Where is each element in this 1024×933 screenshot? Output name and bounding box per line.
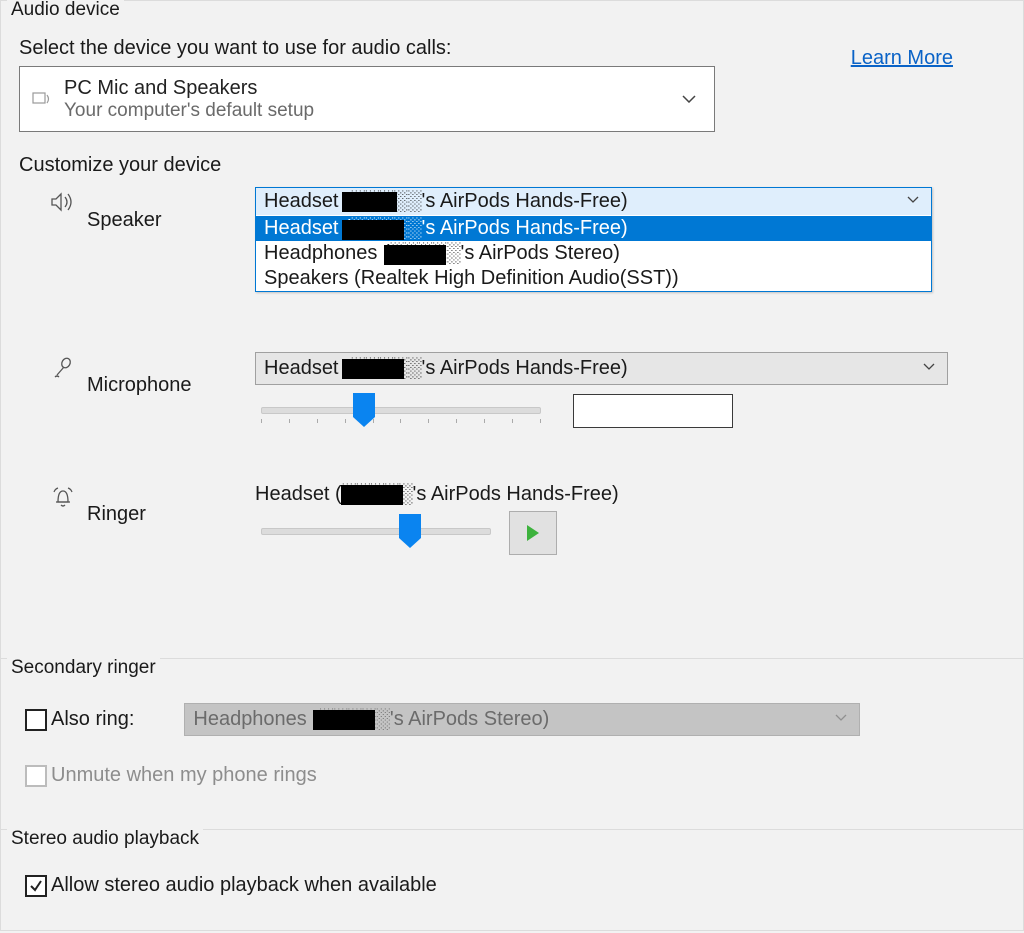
stereo-title: Stereo audio playback	[7, 828, 203, 850]
microphone-dropdown[interactable]: Headset (░░░░░'s AirPods Hands-Free)	[255, 352, 948, 385]
chevron-down-icon	[682, 95, 696, 103]
secondary-ringer-dropdown: Headphones (░░░░░'s AirPods Stereo)	[184, 703, 860, 736]
device-sub-text: Your computer's default setup	[64, 100, 314, 123]
customize-label: Customize your device	[19, 154, 1005, 177]
allow-stereo-checkbox[interactable]	[25, 875, 47, 897]
device-selector[interactable]: PC Mic and Speakers Your computer's defa…	[19, 66, 715, 132]
speaker-label: Speaker	[87, 187, 255, 232]
chevron-down-icon	[835, 714, 847, 721]
ringer-label: Ringer	[87, 481, 255, 526]
ringer-icon	[39, 481, 87, 509]
audio-device-title: Audio device	[7, 0, 124, 21]
secondary-ringer-group: Secondary ringer Also ring: Headphones (…	[0, 659, 1024, 830]
also-ring-checkbox[interactable]	[25, 709, 47, 731]
speaker-option-2[interactable]: Speakers (Realtek High Definition Audio(…	[256, 266, 931, 291]
speaker-icon	[39, 187, 87, 213]
secondary-title: Secondary ringer	[7, 657, 160, 679]
speaker-option-0[interactable]: Headset (░░░░░'s AirPods Hands-Free)	[256, 216, 931, 241]
allow-stereo-label: Allow stereo audio playback when availab…	[51, 874, 437, 897]
ringer-slider[interactable]	[261, 520, 491, 548]
speaker-dropdown-selected[interactable]: Headset (░░░░░'s AirPods Hands-Free)	[256, 188, 931, 216]
unmute-checkbox	[25, 765, 47, 787]
slider-thumb[interactable]	[399, 514, 421, 538]
pc-speaker-icon	[26, 90, 58, 108]
slider-thumb[interactable]	[353, 393, 375, 417]
ringer-play-button[interactable]	[509, 511, 557, 555]
play-icon	[527, 525, 539, 541]
ringer-device-text: Headset (░░░░░'s AirPods Hands-Free)	[255, 481, 1005, 508]
chevron-down-icon	[907, 196, 919, 203]
stereo-group: Stereo audio playback Allow stereo audio…	[0, 830, 1024, 931]
chevron-down-icon	[923, 363, 935, 370]
microphone-slider[interactable]	[261, 399, 541, 427]
device-name-text: PC Mic and Speakers	[64, 76, 314, 100]
audio-device-group: Audio device Select the device you want …	[0, 0, 1024, 659]
speaker-option-1[interactable]: Headphones (░░░░░'s AirPods Stereo)	[256, 241, 931, 266]
microphone-label: Microphone	[87, 352, 255, 397]
microphone-icon	[39, 352, 87, 380]
also-ring-label: Also ring:	[51, 708, 134, 731]
unmute-label: Unmute when my phone rings	[51, 764, 317, 787]
learn-more-link[interactable]: Learn More	[851, 47, 953, 70]
speaker-dropdown-open[interactable]: Headset (░░░░░'s AirPods Hands-Free) Hea…	[255, 187, 932, 292]
microphone-level-meter	[573, 394, 733, 428]
